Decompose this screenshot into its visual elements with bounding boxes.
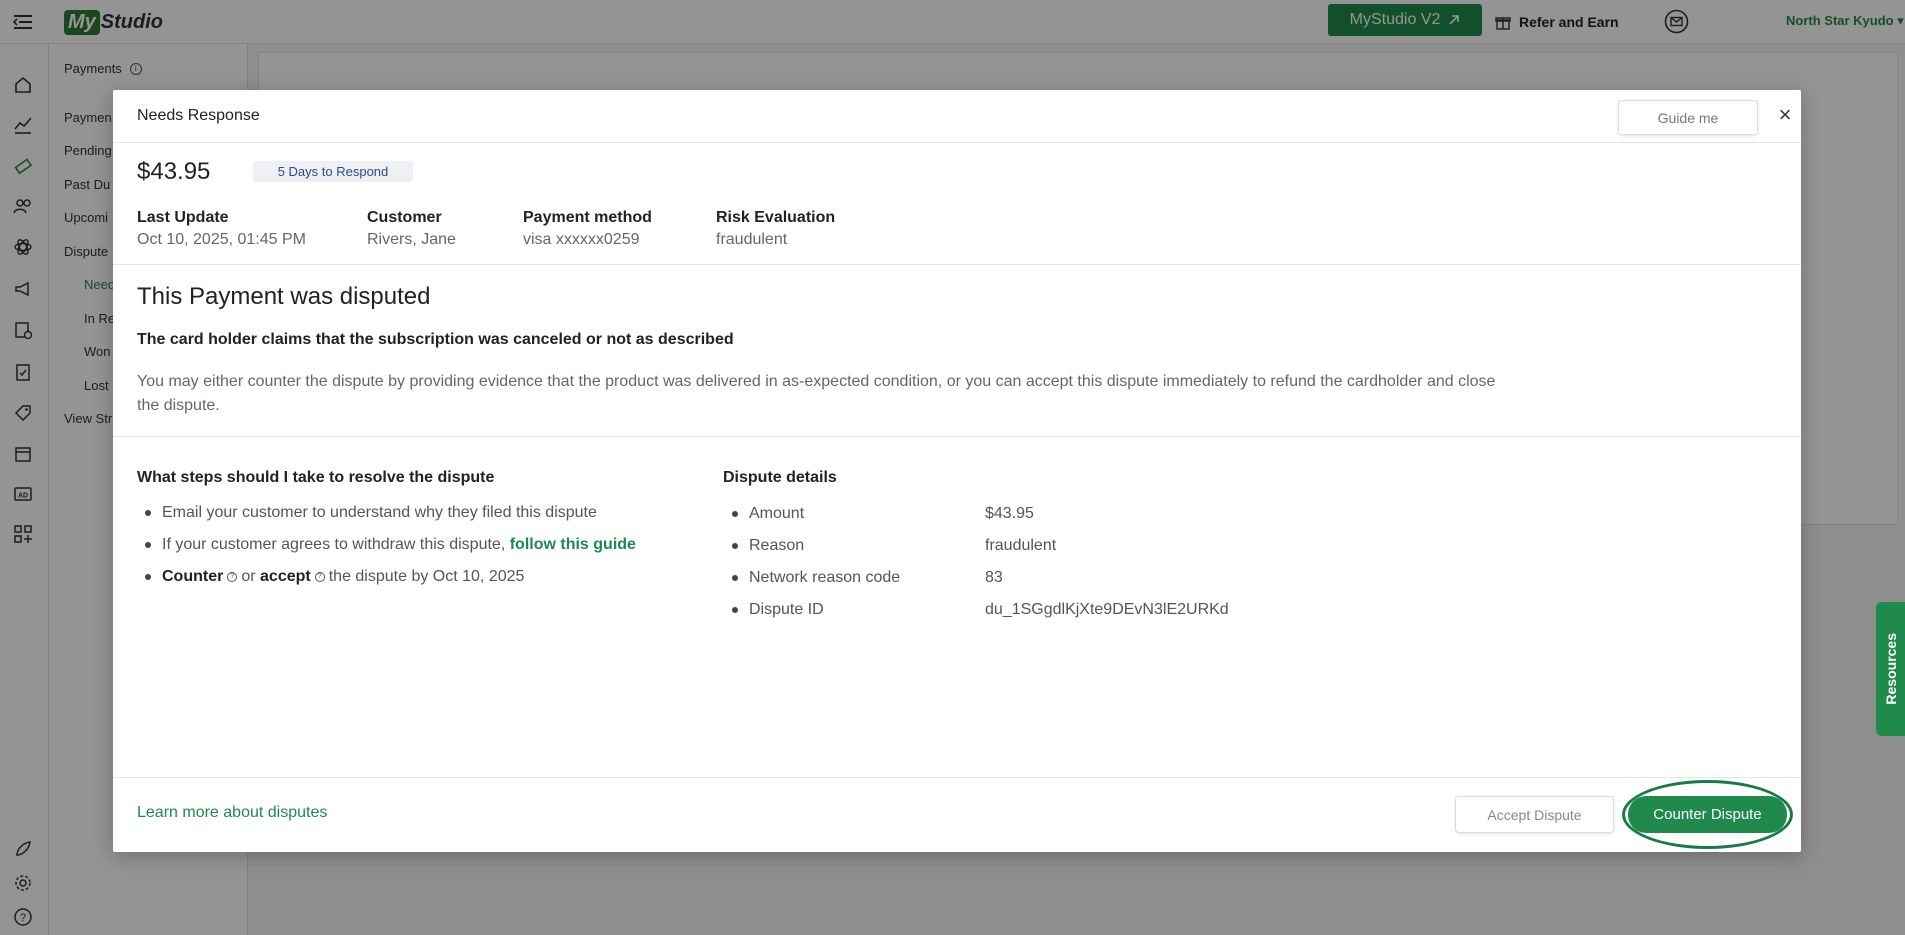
dispute-explanation: You may either counter the dispute by pr… [137,373,1496,414]
modal-header: Needs Response Guide me × [113,90,1801,143]
meta-payment-method: Payment method visa xxxxxx0259 [523,209,652,248]
steps-list: Email your customer to understand why th… [137,497,697,593]
list-item: If your customer agrees to withdraw this… [137,529,697,561]
list-item: Network reason code 83 [723,562,1323,594]
divider [113,264,1801,265]
follow-guide-link[interactable]: follow this guide [510,536,636,553]
dispute-details-list: Amount $43.95 Reason fraudulent Network re… [723,498,1323,626]
respond-deadline-badge: 5 Days to Respond [253,161,413,182]
disputed-heading: This Payment was disputed [137,283,431,310]
guide-me-button[interactable]: Guide me [1618,100,1758,135]
accept-dispute-button[interactable]: Accept Dispute [1455,796,1614,833]
dispute-claim: The card holder claims that the subscrip… [137,331,734,348]
steps-heading: What steps should I take to resolve the … [137,469,495,486]
list-item: Dispute ID du_1SGgdlKjXte9DEvN3lE2URKd [723,594,1323,626]
modal-title: Needs Response [137,107,260,124]
list-item: Reason fraudulent [723,530,1323,562]
list-item: Amount $43.95 [723,498,1323,530]
dispute-details-heading: Dispute details [723,469,837,486]
meta-risk-evaluation: Risk Evaluation fraudulent [716,209,836,248]
divider [113,777,1801,778]
help-icon[interactable]: ? [314,571,325,582]
divider [113,436,1801,437]
list-item: Counter? or accept? the dispute by Oct 10,… [137,561,697,593]
dispute-amount: $43.95 [137,158,211,185]
meta-customer: Customer Rivers, Jane [367,209,456,248]
learn-more-link[interactable]: Learn more about disputes [137,804,327,822]
counter-dispute-button[interactable]: Counter Dispute [1628,796,1787,833]
dispute-modal: Needs Response Guide me × $43.95 5 Days … [113,90,1801,852]
close-icon[interactable]: × [1773,102,1797,127]
resources-tab[interactable]: Resources [1876,602,1905,736]
list-item: Email your customer to understand why th… [137,497,697,529]
meta-last-update: Last Update Oct 10, 2025, 01:45 PM [137,209,306,248]
help-icon[interactable]: ? [227,571,238,582]
